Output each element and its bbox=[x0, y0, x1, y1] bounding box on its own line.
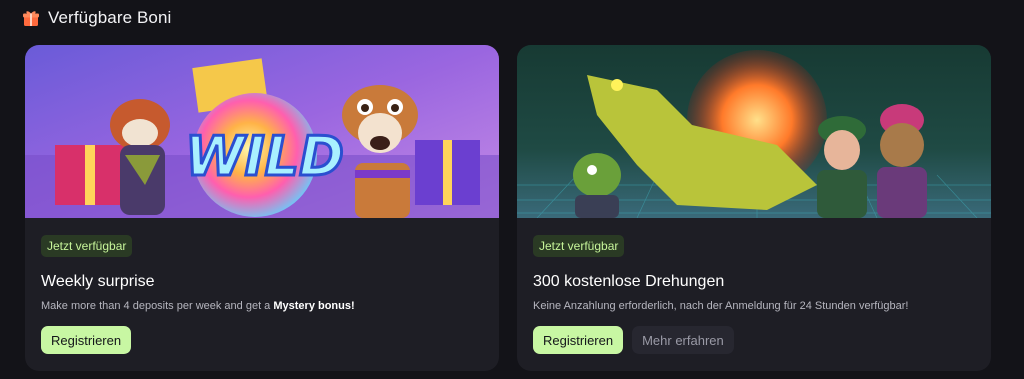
bonus-title: 300 kostenlose Drehungen bbox=[533, 273, 725, 290]
gift-icon bbox=[22, 9, 40, 27]
card-actions: Registrieren bbox=[41, 326, 132, 354]
card-body: Jetzt verfügbar 300 kostenlose Drehungen… bbox=[533, 235, 975, 313]
learn-more-button[interactable]: Mehr erfahren bbox=[632, 326, 734, 354]
bonus-card-free-spins: Jetzt verfügbar 300 kostenlose Drehungen… bbox=[517, 45, 991, 371]
card-actions: Registrieren Mehr erfahren bbox=[533, 326, 734, 354]
register-button[interactable]: Registrieren bbox=[41, 326, 132, 354]
card-body: Jetzt verfügbar Weekly surprise Make mor… bbox=[41, 235, 483, 313]
bonus-banner-image: WILD bbox=[25, 45, 499, 218]
section-header: Verfügbare Boni bbox=[22, 7, 171, 29]
bonus-description: Keine Anzahlung erforderlich, nach der A… bbox=[533, 300, 909, 312]
status-badge: Jetzt verfügbar bbox=[533, 235, 625, 257]
bonus-card-weekly-surprise: WILD Jetzt verfügbar Weekly surprise Mak… bbox=[25, 45, 499, 371]
bonus-description-bold: Mystery bonus! bbox=[273, 300, 355, 312]
register-button[interactable]: Registrieren bbox=[533, 326, 624, 354]
bonus-description: Make more than 4 deposits per week and g… bbox=[41, 299, 483, 313]
status-badge: Jetzt verfügbar bbox=[41, 235, 133, 257]
banner-wild-text: WILD bbox=[185, 125, 344, 188]
section-title: Verfügbare Boni bbox=[48, 8, 172, 27]
bonus-banner-image bbox=[517, 45, 991, 218]
bonus-description-text: Make more than 4 deposits per week and g… bbox=[41, 300, 274, 312]
bonus-title: Weekly surprise bbox=[41, 273, 155, 290]
